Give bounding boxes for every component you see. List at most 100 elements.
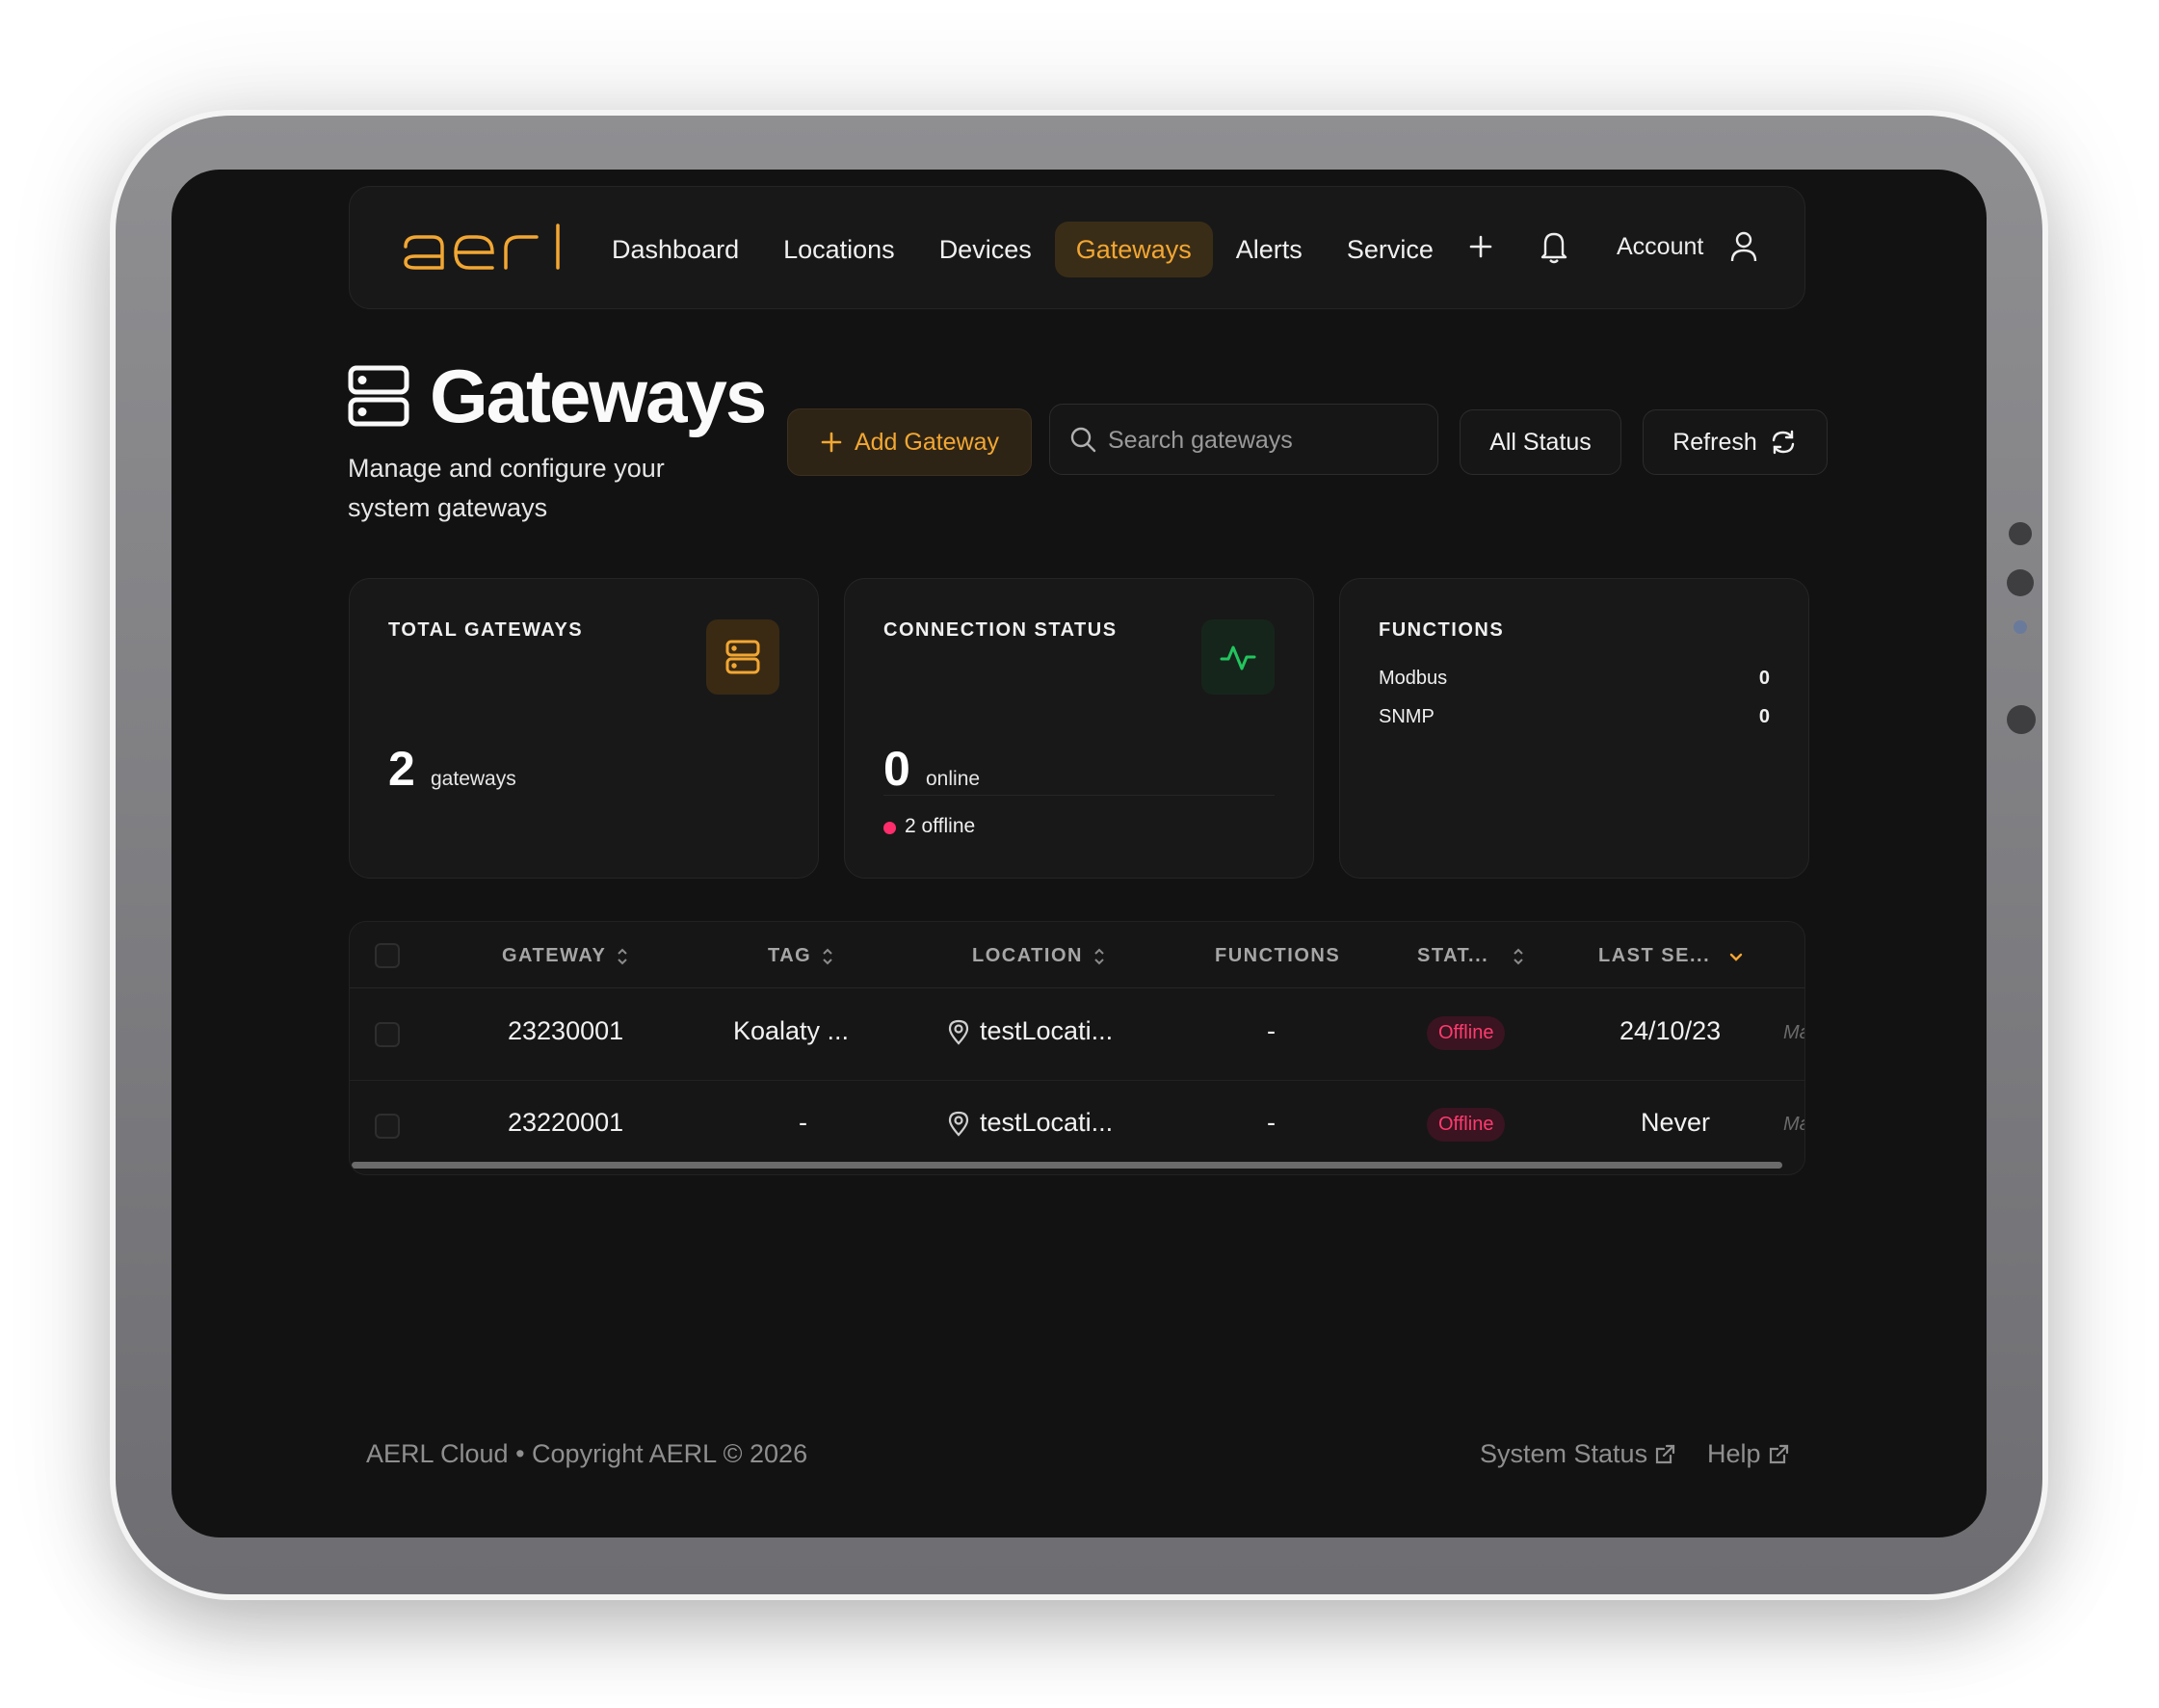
sort-icon (1094, 948, 1104, 964)
user-icon[interactable] (1727, 229, 1760, 264)
nav-item-gateways[interactable]: Gateways (1054, 222, 1213, 277)
function-count: 0 (1758, 706, 1770, 727)
page-title: Gateways (430, 354, 767, 438)
row-checkbox[interactable] (375, 1022, 400, 1047)
table-header: GATEWAY TAG LOCATION FUNCTIONS STAT... L… (350, 922, 1804, 988)
status-filter-dropdown[interactable]: All Status (1460, 409, 1621, 475)
last-seen: Never (1641, 1108, 1711, 1137)
function-name: Modbus (1379, 668, 1448, 689)
help-label: Help (1707, 1439, 1761, 1468)
add-gateway-button[interactable]: Add Gateway (787, 408, 1032, 476)
gateway-tag: - (799, 1108, 807, 1137)
connection-status-label: CONNECTION STATUS (883, 619, 1118, 641)
functions-label: FUNCTIONS (1379, 619, 1505, 641)
gateways-table: GATEWAY TAG LOCATION FUNCTIONS STAT... L… (349, 921, 1805, 1175)
gateway-functions: - (1267, 1108, 1276, 1137)
refresh-label: Refresh (1672, 428, 1757, 456)
truncated-column: Ma (1783, 1022, 1804, 1043)
total-gateways-value: 2 (388, 742, 415, 796)
truncated-column: Ma (1783, 1114, 1804, 1135)
gateway-location[interactable]: testLocati... (980, 1108, 1113, 1138)
column-label: FUNCTIONS (1215, 945, 1341, 966)
aerl-logo[interactable] (402, 223, 566, 278)
column-header-status[interactable]: STAT... (1417, 945, 1525, 967)
horizontal-scrollbar[interactable] (352, 1162, 1782, 1169)
total-gateways-card: TOTAL GATEWAYS 2 gateways (349, 578, 819, 879)
footer-copyright: AERL Cloud • Copyright AERL © 2026 (366, 1439, 808, 1468)
status-badge: Offline (1427, 1108, 1506, 1142)
bell-icon[interactable] (1537, 227, 1571, 266)
map-pin-icon (948, 1019, 969, 1045)
page-subtitle: Manage and configure your system gateway… (348, 454, 665, 522)
offline-status-dot (883, 822, 896, 834)
column-label: LOCATION (972, 945, 1083, 966)
add-gateway-label: Add Gateway (854, 428, 1000, 456)
select-all-checkbox[interactable] (375, 943, 400, 968)
search-icon (1070, 427, 1096, 453)
row-checkbox[interactable] (375, 1114, 400, 1139)
sort-icon (1514, 948, 1523, 964)
gateway-functions: - (1267, 1016, 1276, 1045)
column-header-functions: FUNCTIONS (1215, 945, 1340, 967)
column-header-tag[interactable]: TAG (768, 945, 834, 967)
external-link-icon (1769, 1444, 1788, 1463)
column-label: STAT... (1417, 945, 1489, 966)
side-button (2007, 705, 2036, 734)
search-input[interactable] (1106, 420, 1418, 460)
refresh-button[interactable]: Refresh (1643, 409, 1828, 475)
nav-item-dashboard[interactable]: Dashboard (591, 222, 760, 277)
gateway-tag: Koalaty ... (733, 1016, 850, 1045)
external-link-icon (1655, 1444, 1675, 1463)
nav-item-devices[interactable]: Devices (918, 222, 1053, 277)
nav-item-locations[interactable]: Locations (762, 222, 916, 277)
status-badge: Offline (1427, 1016, 1506, 1050)
column-header-location[interactable]: LOCATION (972, 945, 1106, 967)
activity-icon (1201, 619, 1275, 695)
last-seen: 24/10/23 (1619, 1016, 1722, 1045)
help-link[interactable]: Help (1707, 1439, 1790, 1469)
gateway-id[interactable]: 23220001 (508, 1108, 623, 1138)
search-box[interactable] (1049, 404, 1438, 475)
card-divider (883, 795, 1275, 796)
online-unit: online (926, 768, 981, 790)
refresh-icon (1772, 430, 1794, 455)
connection-status-card: CONNECTION STATUS 0 online 2 offline (844, 578, 1314, 879)
column-label: GATEWAY (502, 945, 607, 966)
nav-item-service[interactable]: Service (1326, 222, 1455, 277)
table-row[interactable]: 23220001 - testLocati... - Offline Never… (350, 1080, 1804, 1172)
camera-indicator (2014, 620, 2027, 634)
nav-item-alerts[interactable]: Alerts (1215, 222, 1324, 277)
total-gateways-unit: gateways (431, 768, 516, 790)
account-link[interactable]: Account (1617, 233, 1703, 261)
system-status-label: System Status (1480, 1439, 1648, 1468)
nav-menu: Dashboard Locations Devices Gateways Ale… (591, 222, 1457, 277)
sort-icon (823, 948, 832, 964)
side-sensor (2009, 522, 2032, 545)
plus-icon (821, 432, 842, 453)
column-label: LAST SE... (1598, 945, 1711, 966)
column-header-last-seen[interactable]: LAST SE... (1598, 945, 1745, 967)
server-icon (348, 364, 409, 428)
function-row-modbus: Modbus 0 (1379, 668, 1770, 690)
system-status-link[interactable]: System Status (1480, 1439, 1676, 1469)
functions-card: FUNCTIONS Modbus 0 SNMP 0 (1339, 578, 1809, 879)
gateway-location[interactable]: testLocati... (980, 1016, 1113, 1046)
function-row-snmp: SNMP 0 (1379, 706, 1770, 728)
camera-lens (2007, 569, 2034, 596)
column-label: TAG (768, 945, 812, 966)
online-count: 0 (883, 742, 910, 796)
function-name: SNMP (1379, 706, 1435, 727)
function-count: 0 (1758, 668, 1770, 689)
column-header-gateway[interactable]: GATEWAY (502, 945, 629, 967)
plus-icon[interactable] (1463, 229, 1498, 264)
server-icon (706, 619, 779, 695)
sort-icon (618, 948, 628, 964)
top-nav: Dashboard Locations Devices Gateways Ale… (349, 186, 1805, 309)
map-pin-icon (948, 1111, 969, 1137)
chevron-down-icon (1729, 953, 1743, 961)
app-screen: Dashboard Locations Devices Gateways Ale… (171, 170, 1987, 1537)
offline-count: 2 offline (905, 815, 976, 837)
gateway-id[interactable]: 23230001 (508, 1016, 623, 1046)
table-row[interactable]: 23230001 Koalaty ... testLocati... - Off… (350, 987, 1804, 1079)
total-gateways-label: TOTAL GATEWAYS (388, 619, 584, 641)
